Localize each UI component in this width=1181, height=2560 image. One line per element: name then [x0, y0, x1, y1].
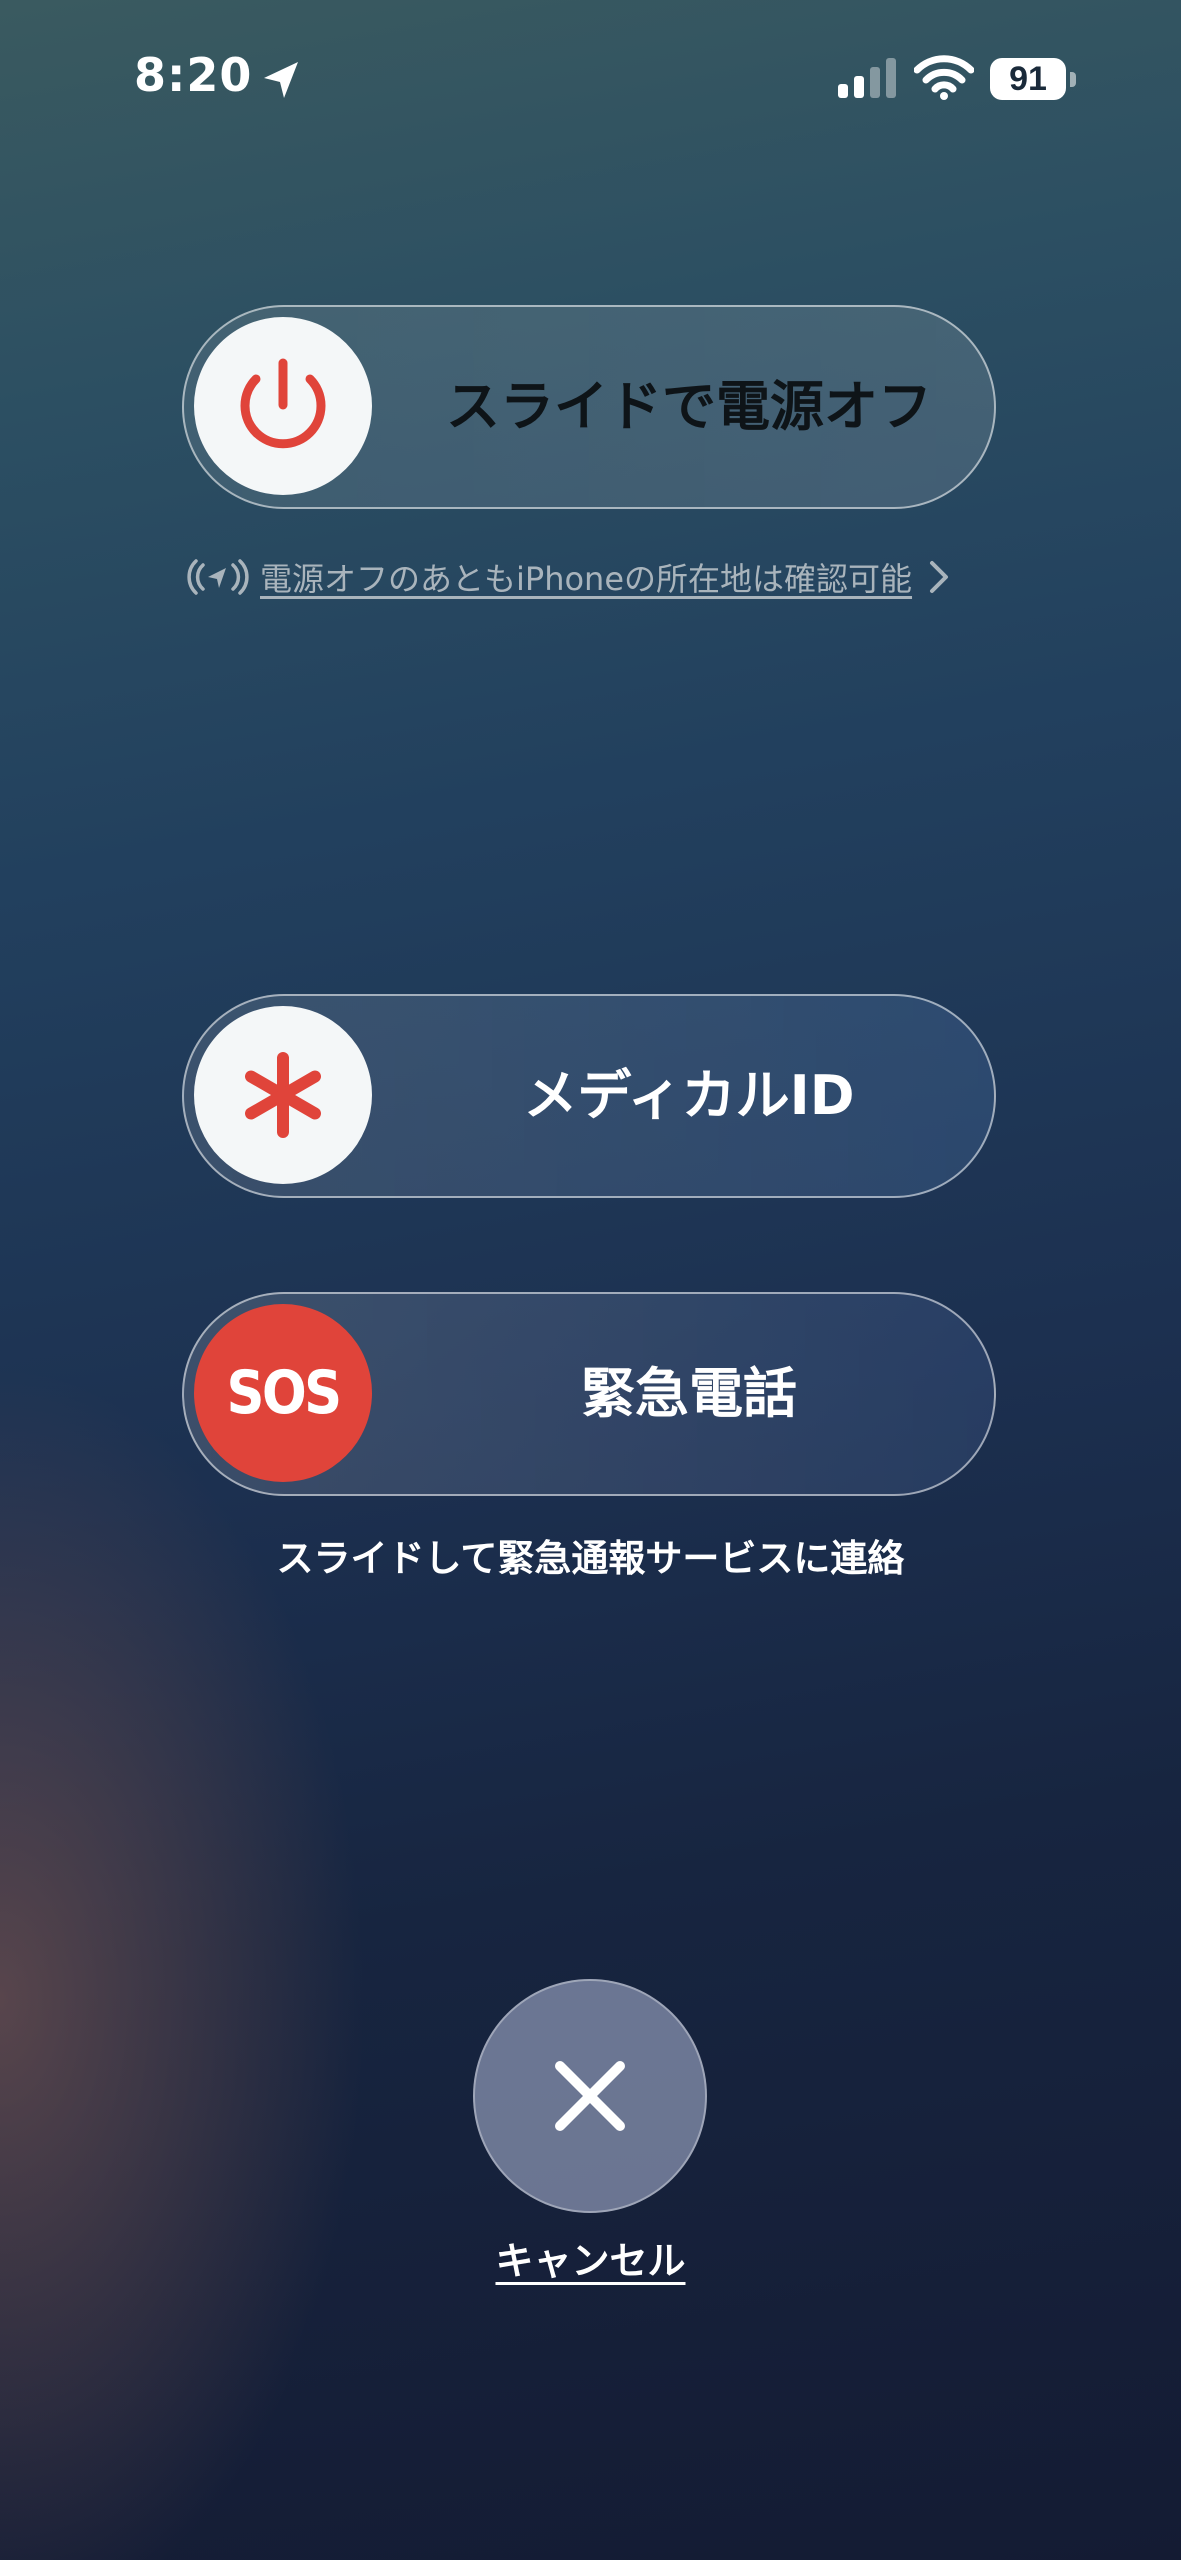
emergency-sos-slider[interactable]: SOS 緊急電話	[182, 1292, 996, 1496]
medical-id-slider[interactable]: メディカルID	[182, 994, 996, 1198]
power-off-slider[interactable]: スライドで電源オフ	[182, 305, 996, 509]
battery-icon: 91	[990, 58, 1078, 102]
power-off-label: スライドで電源オフ	[446, 375, 932, 438]
battery-cap	[1070, 72, 1076, 87]
sos-knob[interactable]: SOS	[194, 1304, 372, 1482]
sos-knob-text: SOS	[226, 1358, 342, 1428]
emergency-call-label: 緊急電話	[581, 1362, 797, 1425]
cancel-button[interactable]	[473, 1979, 707, 2213]
findmy-link[interactable]: 電源オフのあともiPhoneの所在地は確認可能	[186, 552, 996, 602]
battery-level: 91	[990, 58, 1066, 100]
close-icon	[555, 2061, 625, 2131]
chevron-right-icon	[930, 561, 949, 593]
status-time: 8:20	[134, 48, 253, 102]
medical-id-knob[interactable]	[194, 1006, 372, 1184]
power-off-knob[interactable]	[194, 317, 372, 495]
location-arrow-icon	[264, 62, 298, 98]
power-icon	[240, 358, 326, 449]
findmy-text: 電源オフのあともiPhoneの所在地は確認可能	[260, 560, 913, 598]
status-bar: 8:20 91	[0, 0, 1181, 160]
medical-id-label: メディカルID	[523, 1064, 855, 1127]
findmy-location-icon	[187, 559, 249, 595]
sos-caption: スライドして緊急通報サービスに連絡	[276, 1537, 905, 1580]
signal-icon	[838, 58, 896, 98]
cancel-label[interactable]: キャンセル	[0, 2230, 1181, 2285]
asterisk-icon	[245, 1052, 321, 1138]
wifi-icon	[914, 55, 974, 100]
